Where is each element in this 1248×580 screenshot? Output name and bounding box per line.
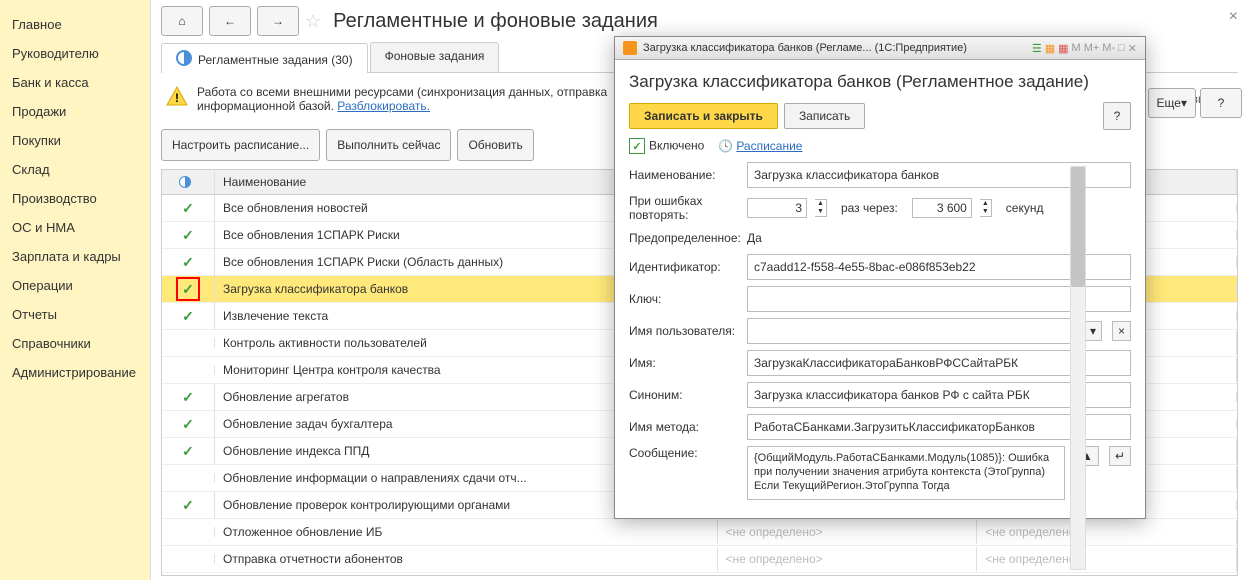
page-title: Регламентные и фоновые задания — [333, 10, 658, 33]
dialog-wintitle: Загрузка классификатора банков (Регламе.… — [643, 42, 1026, 54]
sidebar-item[interactable]: Руководителю — [0, 39, 150, 68]
dialog-heading: Загрузка классификатора банков (Регламен… — [629, 72, 1131, 92]
msg-label: Сообщение: — [629, 446, 739, 460]
calendar-icon[interactable]: ▦ — [1045, 42, 1055, 55]
predef-value: Да — [747, 228, 762, 248]
window-close-icon[interactable]: ✕ — [1128, 42, 1137, 55]
row-state: <не определено> — [718, 547, 978, 571]
forward-button[interactable]: → — [257, 6, 299, 36]
warning-icon: ! — [165, 85, 189, 109]
retry-unit-label: секунд — [1006, 201, 1044, 215]
user-clear-button[interactable]: × — [1112, 321, 1131, 341]
tab-scheduled[interactable]: Регламентные задания (30) — [161, 43, 368, 73]
mplus-icon[interactable]: M+ — [1084, 42, 1100, 54]
calc-icon[interactable]: ☰ — [1032, 42, 1042, 55]
row-name: Отправка отчетности абонентов — [215, 547, 718, 571]
row-enabled: ✓ — [162, 384, 215, 411]
msg-textarea[interactable]: {ОбщийМодуль.РаботаСБанками.Модуль(1085)… — [747, 446, 1065, 500]
tab-label: Регламентные задания (30) — [198, 53, 353, 67]
m-icon[interactable]: M — [1072, 42, 1081, 54]
row-enabled — [162, 365, 215, 375]
row-enabled — [162, 338, 215, 348]
enabled-label: Включено — [649, 139, 704, 153]
row-enabled: ✓ — [162, 222, 215, 249]
configure-schedule-button[interactable]: Настроить расписание... — [161, 129, 320, 161]
row-enabled: ✓ — [162, 303, 215, 330]
row-enabled — [162, 473, 215, 483]
predef-label: Предопределенное: — [629, 231, 739, 245]
schedule-link[interactable]: Расписание — [736, 139, 802, 153]
col-enabled[interactable] — [162, 170, 215, 194]
star-icon[interactable]: ☆ — [305, 11, 321, 32]
retry-label: При ошибках повторять: — [629, 194, 739, 222]
id-label: Идентификатор: — [629, 260, 739, 274]
job-dialog: Загрузка классификатора банков (Регламе.… — [614, 36, 1146, 519]
warning-text2: информационной базой. — [197, 99, 337, 113]
dialog-help-button[interactable]: ? — [1103, 102, 1131, 130]
row-enabled: ✓ — [162, 411, 215, 438]
enabled-checkbox[interactable]: ✓Включено — [629, 138, 704, 154]
clock-icon: 🕓 — [718, 139, 733, 153]
sidebar: Главное Руководителю Банк и касса Продаж… — [0, 0, 151, 580]
sidebar-item[interactable]: Продажи — [0, 97, 150, 126]
refresh-button[interactable]: Обновить — [457, 129, 533, 161]
home-button[interactable]: ⌂ — [161, 6, 203, 36]
scroll-thumb[interactable] — [1071, 167, 1085, 287]
mminus-icon[interactable]: M- — [1102, 42, 1115, 54]
unblock-link[interactable]: Разблокировать. — [337, 99, 430, 113]
back-button[interactable]: ← — [209, 6, 251, 36]
row-end: <не определено> — [977, 547, 1237, 571]
sidebar-item[interactable]: Покупки — [0, 126, 150, 155]
retry-mid-label: раз через: — [841, 201, 898, 215]
sidebar-item[interactable]: Справочники — [0, 329, 150, 358]
app-icon — [623, 41, 637, 55]
syn-label: Синоним: — [629, 388, 739, 402]
row-enabled: ✓ — [162, 195, 215, 222]
sidebar-item[interactable]: Производство — [0, 184, 150, 213]
row-enabled — [162, 554, 215, 564]
help-button[interactable]: ? — [1200, 88, 1242, 118]
warning-text: Работа со всеми внешними ресурсами (синх… — [197, 85, 607, 99]
name-label: Наименование: — [629, 168, 739, 182]
pie-icon — [176, 50, 192, 66]
save-close-button[interactable]: Записать и закрыть — [629, 103, 778, 129]
user-label: Имя пользователя: — [629, 324, 739, 338]
sidebar-item[interactable]: ОС и НМА — [0, 213, 150, 242]
key-label: Ключ: — [629, 292, 739, 306]
retry-sec-spinner[interactable]: ▲▼ — [980, 199, 992, 217]
user-input[interactable] — [747, 318, 1074, 344]
dialog-titlebar[interactable]: Загрузка классификатора банков (Регламе.… — [615, 37, 1145, 60]
retry-count-input[interactable]: 3 — [747, 198, 807, 218]
user-select-button[interactable]: ▾ — [1084, 321, 1102, 341]
row-state: <не определено> — [718, 520, 978, 544]
row-enabled: ✓ — [162, 272, 215, 306]
row-name: Отложенное обновление ИБ — [215, 520, 718, 544]
table-scrollbar[interactable] — [1070, 166, 1086, 570]
grid-icon[interactable]: ▦ — [1058, 42, 1068, 55]
sidebar-item[interactable]: Зарплата и кадры — [0, 242, 150, 271]
sidebar-item[interactable]: Банк и касса — [0, 68, 150, 97]
sidebar-item[interactable]: Склад — [0, 155, 150, 184]
sidebar-item[interactable]: Отчеты — [0, 300, 150, 329]
sidebar-item[interactable]: Администрирование — [0, 358, 150, 387]
save-button[interactable]: Записать — [784, 103, 865, 129]
tab-background[interactable]: Фоновые задания — [370, 42, 500, 72]
run-now-button[interactable]: Выполнить сейчас — [326, 129, 451, 161]
more-button[interactable]: Еще ▾ — [1148, 88, 1196, 118]
method-label: Имя метода: — [629, 420, 739, 434]
iname-label: Имя: — [629, 356, 739, 370]
sidebar-item[interactable]: Главное — [0, 10, 150, 39]
close-icon[interactable]: × — [1229, 8, 1238, 26]
svg-text:!: ! — [175, 91, 179, 105]
window-max-icon[interactable]: □ — [1118, 42, 1125, 54]
row-end: <не определено> — [977, 520, 1237, 544]
row-enabled — [162, 527, 215, 537]
row-enabled: ✓ — [162, 492, 215, 519]
retry-sec-input[interactable]: 3 600 — [912, 198, 972, 218]
sidebar-item[interactable]: Операции — [0, 271, 150, 300]
msg-expand-button[interactable]: ↵ — [1109, 446, 1131, 466]
row-enabled: ✓ — [162, 438, 215, 465]
retry-count-spinner[interactable]: ▲▼ — [815, 199, 827, 217]
